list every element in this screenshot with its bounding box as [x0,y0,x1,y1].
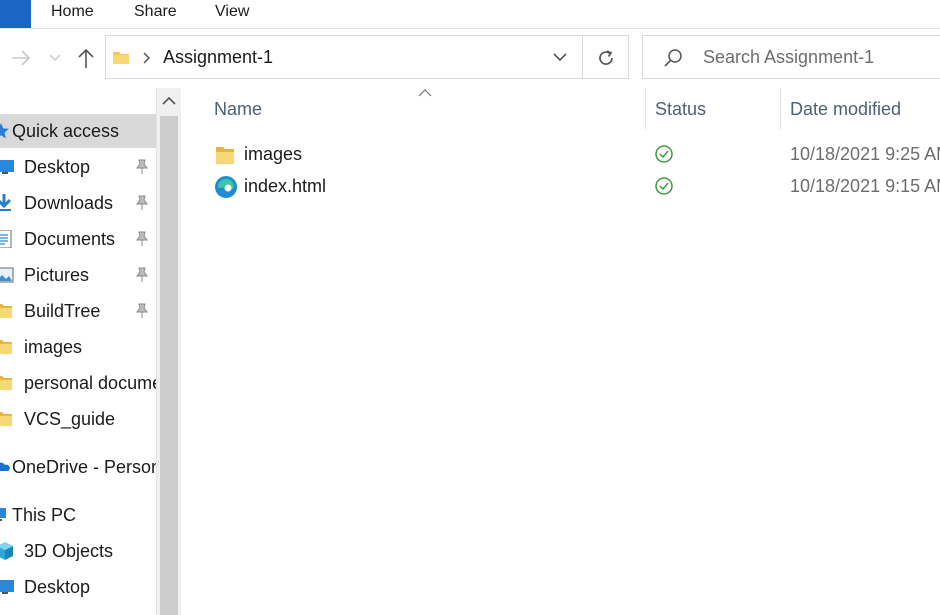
column-divider[interactable] [645,88,646,130]
desktop-icon [0,160,14,174]
pin-icon[interactable] [134,267,150,283]
pc-icon [0,508,6,521]
up-arrow-icon[interactable] [76,47,96,69]
sidebar-item-images[interactable]: images [0,330,156,364]
pin-icon[interactable] [134,195,150,211]
scrollbar-thumb[interactable] [160,116,178,615]
sidebar-item-vcs-guide[interactable]: VCS_guide [0,402,156,436]
recent-locations-chevron-icon[interactable] [48,53,62,63]
ribbon: Home Share View [0,0,940,29]
sidebar-item-desktop[interactable]: Desktop [0,150,156,184]
column-header-date-modified[interactable]: Date modified [790,99,901,120]
folder-icon [113,52,129,64]
file-date-modified: 10/18/2021 9:15 AM [790,176,940,196]
folder-icon [0,412,12,426]
tab-home[interactable]: Home [51,3,94,21]
navigation-bar: Assignment-1 Search Assignment-1 [0,29,940,86]
column-divider[interactable] [780,88,781,130]
navigation-pane-scrollbar[interactable] [156,88,181,615]
synced-check-icon [655,177,673,195]
star-icon [0,123,9,139]
document-icon [0,230,12,248]
folder-icon [0,304,12,318]
sidebar-item-this-pc[interactable]: This PC [0,498,156,532]
sidebar-item-onedrive[interactable]: OneDrive - Personal [0,450,156,484]
scroll-up-arrow-icon[interactable] [162,96,176,106]
sidebar-item-personal-documents[interactable]: personal documents [0,366,156,400]
file-name[interactable]: index.html [244,176,326,197]
sort-ascending-icon [418,89,432,97]
sidebar-item-documents[interactable]: Documents [0,222,156,256]
sidebar-item-buildtree[interactable]: BuildTree [0,294,156,328]
search-icon [664,49,682,67]
file-name[interactable]: images [244,144,302,165]
desktop-icon [0,580,14,594]
file-tab[interactable] [0,0,31,28]
sidebar-item-downloads[interactable]: Downloads [0,186,156,220]
address-bar[interactable]: Assignment-1 [105,35,583,79]
sidebar-item-quick-access[interactable]: Quick access [0,114,156,148]
address-dropdown-icon[interactable] [552,52,568,64]
forward-arrow-icon[interactable] [10,48,32,68]
tab-share[interactable]: Share [134,3,177,21]
refresh-icon [599,50,613,65]
breadcrumb-current-folder[interactable]: Assignment-1 [163,47,273,68]
column-header-status[interactable]: Status [655,99,706,120]
column-header-name[interactable]: Name [214,99,262,120]
pin-icon[interactable] [134,159,150,175]
cube-icon [0,542,13,560]
search-box[interactable]: Search Assignment-1 [642,35,940,79]
sidebar-item-pictures[interactable]: Pictures [0,258,156,292]
navigation-pane: Quick access Desktop Downloads Documents… [0,88,156,615]
folder-icon [0,376,12,390]
sidebar-item-desktop-pc[interactable]: Desktop [0,570,156,604]
file-row-images[interactable]: images 10/18/2021 9:25 AM [204,140,940,170]
search-input[interactable]: Search Assignment-1 [703,47,874,68]
file-date-modified: 10/18/2021 9:25 AM [790,144,940,164]
sidebar-item-3d-objects[interactable]: 3D Objects [0,534,156,568]
file-row-index-html[interactable]: index.html 10/18/2021 9:15 AM [204,172,940,202]
download-icon [0,194,12,211]
refresh-button[interactable] [582,35,629,79]
tab-view[interactable]: View [215,3,249,21]
folder-icon [0,340,12,354]
synced-check-icon [655,145,673,163]
breadcrumb-separator-icon[interactable] [142,52,152,64]
pictures-icon [0,267,14,283]
folder-icon [216,147,234,164]
pin-icon[interactable] [134,231,150,247]
onedrive-icon [0,462,10,471]
file-list: Name Status Date modified images 10/18/2… [184,88,940,615]
pin-icon[interactable] [134,303,150,319]
edge-browser-icon [215,176,237,198]
